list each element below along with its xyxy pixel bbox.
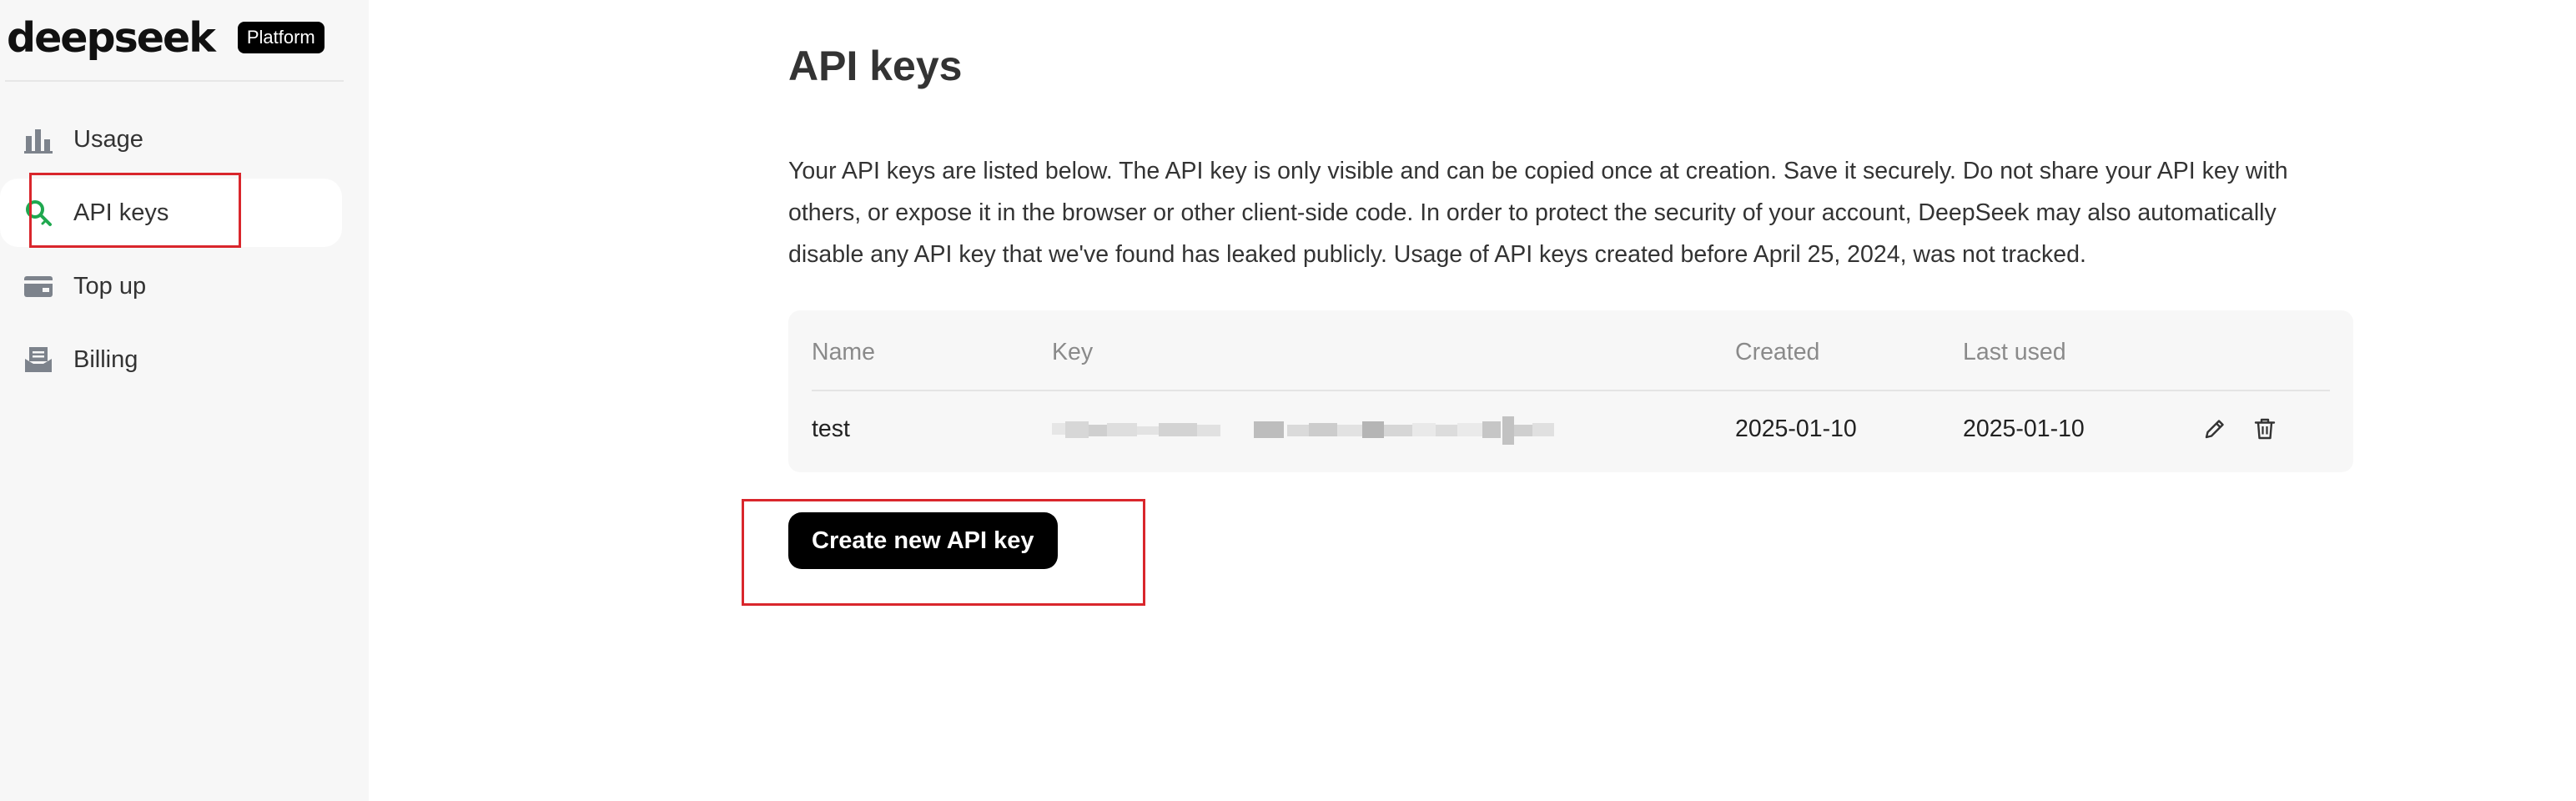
table-header-divider bbox=[812, 390, 2330, 391]
sidebar-item-label: Billing bbox=[73, 345, 138, 373]
page-description: Your API keys are listed below. The API … bbox=[788, 158, 2288, 268]
created-date-cell: 2025-01-10 bbox=[1735, 416, 1857, 442]
column-header-key: Key bbox=[1052, 339, 1094, 365]
page-title: API keys bbox=[788, 43, 963, 89]
key-icon bbox=[22, 196, 55, 229]
sidebar-item-label: API keys bbox=[73, 199, 169, 226]
receipt-icon bbox=[22, 343, 55, 376]
sidebar-item-usage[interactable]: Usage bbox=[0, 105, 342, 174]
brand[interactable]: deepseek Platform bbox=[7, 8, 325, 67]
sidebar-item-label: Usage bbox=[73, 125, 143, 153]
column-header-name: Name bbox=[812, 339, 876, 365]
api-keys-table: Name Key Created Last used test 2025-01-… bbox=[788, 310, 2353, 472]
sidebar-item-top-up[interactable]: Top up bbox=[0, 252, 342, 320]
card-icon bbox=[22, 270, 55, 303]
bar-chart-icon bbox=[22, 123, 55, 156]
sidebar: deepseek Platform Usage API keys Top up … bbox=[0, 0, 369, 801]
last-used-cell: 2025-01-10 bbox=[1963, 416, 2085, 442]
create-api-key-button[interactable]: Create new API key bbox=[788, 512, 1058, 569]
masked-api-key bbox=[1052, 416, 1554, 445]
edit-icon[interactable] bbox=[2200, 414, 2230, 444]
platform-badge: Platform bbox=[237, 22, 325, 53]
trash-icon[interactable] bbox=[2250, 414, 2280, 444]
sidebar-item-api-keys[interactable]: API keys bbox=[0, 179, 342, 247]
key-name-cell: test bbox=[812, 416, 850, 442]
brand-logo: deepseek bbox=[7, 13, 216, 62]
sidebar-item-billing[interactable]: Billing bbox=[0, 325, 342, 394]
sidebar-divider bbox=[5, 80, 344, 82]
column-header-created: Created bbox=[1735, 339, 1820, 365]
column-header-last-used: Last used bbox=[1963, 339, 2066, 365]
sidebar-item-label: Top up bbox=[73, 272, 147, 300]
